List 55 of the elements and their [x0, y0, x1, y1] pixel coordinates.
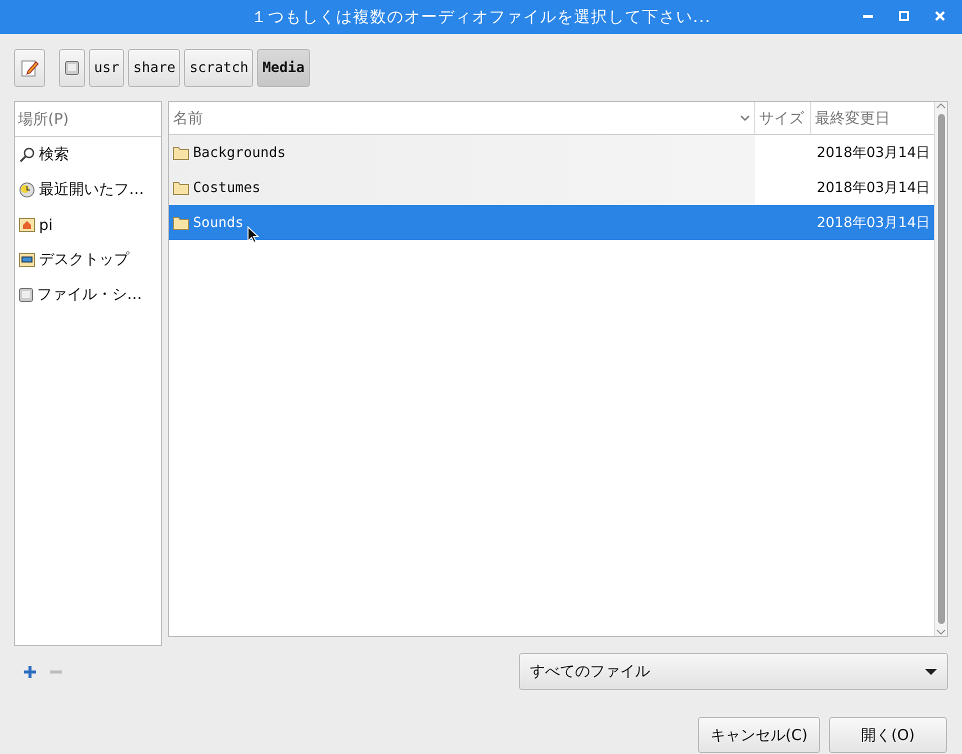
- place-item[interactable]: デスクトップ: [15, 242, 161, 277]
- chevron-icon: [740, 114, 750, 122]
- place-label: デスクトップ: [39, 250, 129, 269]
- folder-icon: [173, 180, 189, 194]
- places-heading: 場所(P): [18, 110, 69, 128]
- desktop-icon: [19, 252, 35, 266]
- file-name: Backgrounds: [193, 144, 286, 160]
- place-label: 検索: [39, 145, 69, 164]
- scrollbar[interactable]: [934, 102, 947, 636]
- path-button[interactable]: usr: [89, 49, 124, 87]
- place-item[interactable]: 検索: [15, 137, 161, 172]
- path-button[interactable]: scratch: [184, 49, 254, 87]
- column-label: 最終変更日: [815, 108, 890, 128]
- edit-location-button[interactable]: [14, 49, 45, 87]
- maximize-icon: [899, 11, 909, 21]
- place-item[interactable]: ファイル・シ…: [15, 277, 161, 312]
- drive-icon: [19, 288, 33, 302]
- drive-path-button[interactable]: [59, 49, 85, 87]
- search-icon: [19, 146, 35, 162]
- clock-icon: [19, 182, 35, 198]
- file-row[interactable]: Sounds 2018年03月14日: [169, 205, 934, 240]
- file-type-dropdown[interactable]: すべてのファイル: [519, 653, 948, 690]
- window-title: １つもしくは複数のオーディオファイルを選択して下さい...: [250, 6, 712, 28]
- file-name: Costumes: [193, 180, 260, 196]
- open-button[interactable]: 開く(O): [829, 717, 947, 753]
- place-label: 最近開いたフ…: [39, 180, 144, 199]
- folder-icon: [173, 146, 189, 160]
- column-header[interactable]: 最終変更日: [811, 102, 934, 134]
- modified-date: 2018年03月14日: [816, 144, 931, 162]
- close-icon: [935, 11, 945, 21]
- place-label: pi: [39, 216, 53, 234]
- minimize-icon: [863, 14, 873, 18]
- place-label: ファイル・シ…: [37, 285, 142, 304]
- file-name: Sounds: [193, 214, 244, 230]
- modified-date: 2018年03月14日: [816, 178, 931, 196]
- place-item[interactable]: 最近開いたフ…: [15, 172, 161, 207]
- pencil-note-icon: [20, 59, 38, 77]
- scroll-up-icon: [936, 102, 946, 110]
- column-label: 名前: [173, 108, 203, 128]
- scroll-down-icon: [936, 628, 946, 636]
- cancel-button[interactable]: キャンセル(C): [698, 717, 820, 753]
- column-header[interactable]: 名前: [169, 102, 755, 134]
- maximize-button[interactable]: [896, 8, 912, 24]
- dropdown-arrow-icon: [925, 668, 937, 676]
- modified-date: 2018年03月14日: [816, 214, 931, 232]
- column-header[interactable]: サイズ: [755, 102, 811, 134]
- add-icon[interactable]: [24, 666, 36, 678]
- home-folder-icon: [19, 218, 35, 232]
- drive-icon: [65, 61, 79, 75]
- place-item[interactable]: pi: [15, 207, 161, 242]
- mouse-pointer-icon: [247, 226, 259, 243]
- folder-icon: [173, 216, 189, 230]
- column-label: サイズ: [759, 108, 804, 128]
- path-button[interactable]: share: [128, 49, 180, 87]
- path-button[interactable]: Media: [257, 49, 310, 87]
